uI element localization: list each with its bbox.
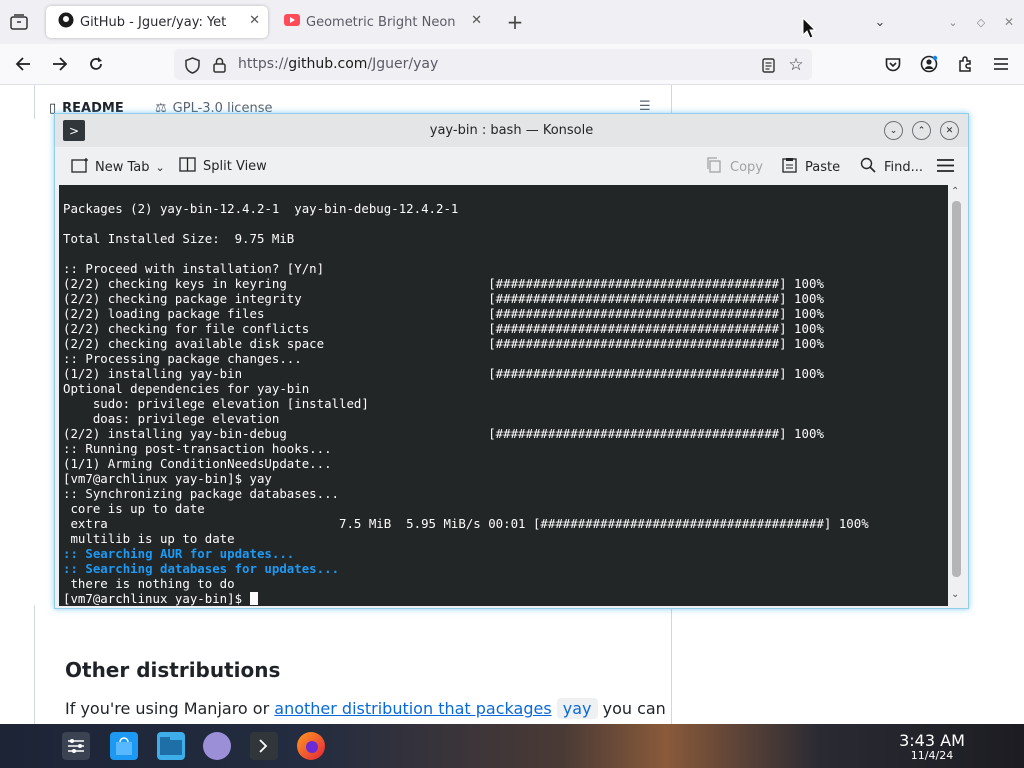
inline-code: yay	[556, 698, 598, 719]
youtube-icon	[284, 14, 300, 30]
scroll-up-icon[interactable]: ⌃	[951, 186, 959, 197]
extensions-icon[interactable]	[954, 54, 976, 74]
close-tab-icon[interactable]: ✕	[471, 13, 482, 28]
clock-time[interactable]: 3:43 AM	[892, 731, 972, 750]
terminal-line: (1/1) Arming ConditionNeedsUpdate...	[63, 456, 332, 471]
terminal-line: (2/2) checking keys in keyring [########…	[63, 276, 824, 291]
terminal-cursor	[249, 592, 258, 605]
reader-icon[interactable]	[758, 55, 778, 75]
hamburger-icon[interactable]	[937, 159, 954, 172]
paste-icon	[782, 157, 797, 177]
konsole-toolbar: New Tab ⌄ Split View Copy Paste Find...	[55, 147, 968, 184]
close-tab-icon[interactable]: ✕	[249, 13, 260, 28]
terminal-line: (2/2) checking package integrity [######…	[63, 291, 824, 306]
new-tab-button[interactable]: New Tab ⌄	[71, 157, 165, 177]
close-icon[interactable]: ✕	[940, 121, 959, 140]
minimize-window-icon[interactable]: ⌄	[944, 12, 962, 32]
scrollbar-thumb[interactable]	[952, 201, 961, 577]
account-icon[interactable]	[918, 54, 940, 74]
konsole-taskbar-icon[interactable]	[250, 732, 278, 760]
mouse-cursor-icon	[800, 16, 818, 40]
terminal-line: :: Proceed with installation? [Y/n]	[63, 261, 325, 276]
find-button[interactable]: Find...	[860, 157, 923, 177]
terminal-view[interactable]: Packages (2) yay-bin-12.4.2-1 yay-bin-de…	[59, 185, 948, 606]
chevron-down-icon: ⌄	[155, 160, 165, 174]
terminal-line: [vm7@archlinux yay-bin]$ yay	[63, 471, 272, 486]
back-icon[interactable]	[12, 54, 34, 74]
url-bar[interactable]: https://github.com/Jguer/yay ☆	[174, 49, 812, 80]
terminal-line: Packages (2) yay-bin-12.4.2-1 yay-bin-de…	[63, 201, 459, 216]
shield-icon[interactable]	[182, 55, 202, 75]
terminal-line: (1/2) installing yay-bin [##############…	[63, 366, 824, 381]
star-icon[interactable]: ☆	[785, 54, 807, 76]
close-window-icon[interactable]: ✕	[1000, 12, 1018, 32]
browser-tab-bar: GitHub - Jguer/yay: Yet an ✕ Geometric B…	[0, 0, 1024, 44]
terminal-output: Packages (2) yay-bin-12.4.2-1 yay-bin-de…	[63, 201, 869, 606]
app-launcher-icon[interactable]	[62, 732, 90, 760]
tab-geometric[interactable]: Geometric Bright Neon Tr ✕	[280, 6, 490, 38]
terminal-line: :: Synchronizing package databases...	[63, 486, 340, 501]
copy-icon	[706, 157, 722, 177]
split-view-button[interactable]: Split View	[179, 157, 267, 176]
scroll-down-icon[interactable]: ⌄	[951, 589, 959, 600]
terminal-line: (2/2) installing yay-bin-debug [########…	[63, 426, 824, 441]
terminal-line: multilib is up to date	[63, 531, 235, 546]
copy-button[interactable]: Copy	[706, 157, 763, 177]
maximize-window-icon[interactable]: ◇	[972, 12, 990, 32]
section-heading: Other distributions	[65, 658, 281, 682]
discover-icon[interactable]	[110, 732, 138, 760]
browser-toolbar: https://github.com/Jguer/yay ☆	[0, 44, 1024, 85]
terminal-line: (2/2) loading package files [###########…	[63, 306, 824, 321]
tab-title: Geometric Bright Neon Tr	[306, 14, 456, 30]
lock-icon[interactable]	[210, 55, 228, 75]
taskbar: 3:43 AM 11/4/24	[0, 724, 1024, 768]
terminal-line: [vm7@archlinux yay-bin]$	[63, 591, 869, 606]
terminal-line: (2/2) checking available disk space [###…	[63, 336, 824, 351]
terminal-line: extra 7.5 MiB 5.95 MiB/s 00:01 [########…	[63, 516, 869, 531]
terminal-line: :: Processing package changes...	[63, 351, 302, 366]
terminal-line: (2/2) checking for file conflicts [#####…	[63, 321, 824, 336]
menu-icon[interactable]	[990, 54, 1012, 74]
minimize-icon[interactable]: ⌄	[884, 121, 903, 140]
tab-github[interactable]: GitHub - Jguer/yay: Yet an ✕	[46, 6, 268, 38]
terminal-scrollbar[interactable]: ⌃ ⌄	[948, 185, 965, 606]
terminal-line: there is nothing to do	[63, 576, 235, 591]
distribution-link[interactable]: another distribution that packages	[274, 699, 551, 718]
new-tab-icon	[71, 157, 89, 177]
github-icon	[58, 12, 74, 32]
clock-date[interactable]: 11/4/24	[892, 749, 972, 762]
konsole-window: > yay-bin : bash — Konsole ⌄ ⌃ ✕ New Tab…	[54, 113, 969, 609]
terminal-line: :: Searching AUR for updates...	[63, 546, 295, 561]
divider	[34, 605, 35, 725]
paragraph: If you're using Manjaro or another distr…	[65, 698, 666, 719]
paste-button[interactable]: Paste	[782, 157, 840, 177]
url-text: https://github.com/Jguer/yay	[238, 56, 439, 72]
outline-icon[interactable]: ☰	[639, 99, 651, 114]
terminal-line: doas: privilege elevation	[63, 411, 280, 426]
terminal-line: :: Searching databases for updates...	[63, 561, 340, 576]
split-view-icon	[179, 157, 196, 176]
plasma-icon[interactable]	[203, 732, 231, 760]
maximize-icon[interactable]: ⌃	[912, 121, 931, 140]
firefox-view-icon[interactable]	[8, 12, 30, 32]
tab-title: GitHub - Jguer/yay: Yet an	[80, 14, 230, 30]
list-tabs-icon[interactable]: ⌄	[870, 12, 890, 32]
window-title: yay-bin : bash — Konsole	[429, 123, 594, 138]
find-icon	[860, 157, 876, 177]
terminal-line: sudo: privilege elevation [installed]	[63, 396, 369, 411]
reload-icon[interactable]	[85, 54, 107, 74]
firefox-icon[interactable]	[297, 732, 325, 760]
forward-icon[interactable]	[49, 54, 71, 74]
terminal-line: :: Running post-transaction hooks...	[63, 441, 332, 456]
terminal-line: core is up to date	[63, 501, 205, 516]
new-tab-plus-icon[interactable]: +	[505, 10, 525, 34]
terminal-line: Total Installed Size: 9.75 MiB	[63, 231, 295, 246]
konsole-titlebar[interactable]: > yay-bin : bash — Konsole ⌄ ⌃ ✕	[55, 114, 968, 147]
file-manager-icon[interactable]	[157, 732, 185, 760]
terminal-line: Optional dependencies for yay-bin	[63, 381, 310, 396]
pocket-icon[interactable]	[882, 54, 904, 74]
